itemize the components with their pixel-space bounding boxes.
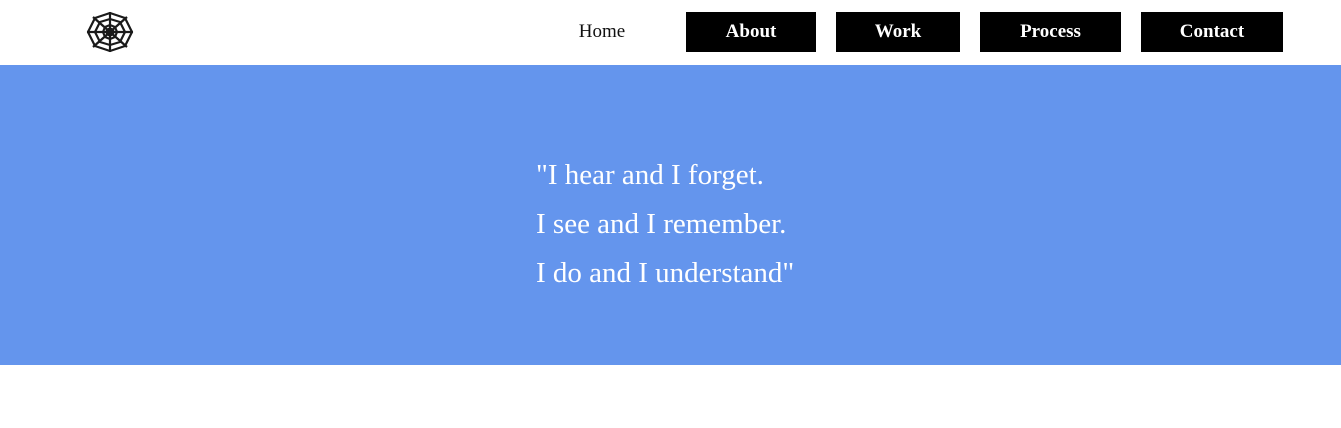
nav-work-button[interactable]: Work <box>836 12 960 52</box>
hero-banner: "I hear and I forget. I see and I rememb… <box>0 65 1341 365</box>
quote-line-1: "I hear and I forget. <box>536 159 764 191</box>
site-header: Home About Work Process Contact <box>0 0 1341 65</box>
nav-process-button[interactable]: Process <box>980 12 1121 52</box>
nav-home-link[interactable]: Home <box>560 12 644 52</box>
nav-contact-button[interactable]: Contact <box>1141 12 1283 52</box>
nav-about-button[interactable]: About <box>686 12 816 52</box>
quote-line-2: I see and I remember. <box>536 208 787 240</box>
spider-web-icon[interactable] <box>84 11 136 53</box>
page-content-area <box>0 365 1341 428</box>
quote-line-3: I do and I understand" <box>536 257 795 289</box>
hero-quote: "I hear and I forget. I see and I rememb… <box>536 151 794 298</box>
